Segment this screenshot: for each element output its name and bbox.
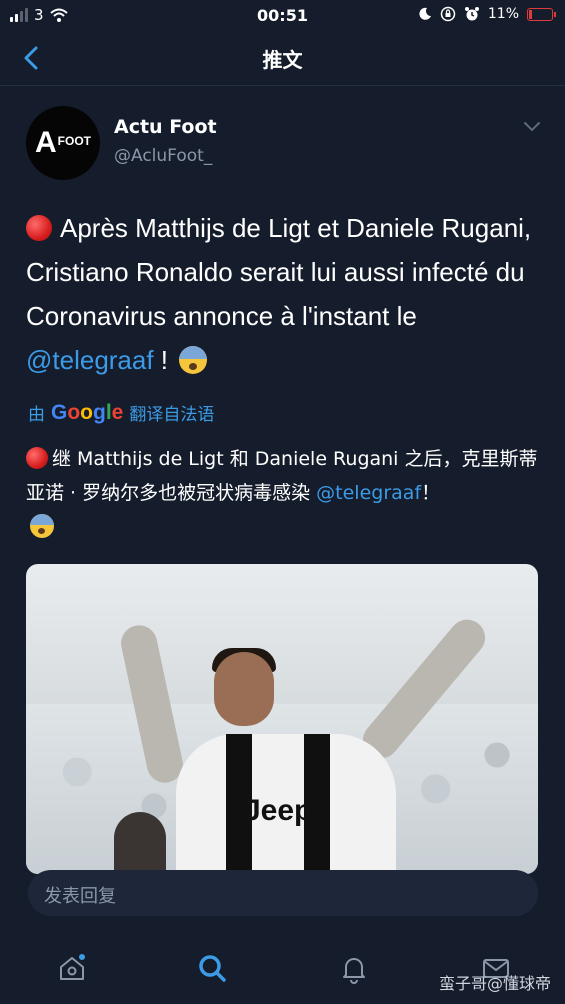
fearful-face-emoji-icon	[179, 346, 208, 374]
alarm-icon	[464, 7, 479, 21]
user-handle[interactable]: @AcluFoot_	[114, 146, 212, 166]
bell-icon[interactable]	[338, 952, 370, 984]
chevron-down-icon[interactable]	[522, 120, 542, 134]
tweet-photo[interactable]: Jeep	[26, 564, 538, 874]
status-bar: 3 00:51 11%	[0, 0, 565, 30]
photo-jersey-sponsor: Jeep	[244, 794, 313, 827]
translated-text-body: 继 Matthijs de Ligt 和 Daniele Rugani 之后，克…	[26, 448, 538, 504]
translated-by-google[interactable]: 由 Google 翻译自法语	[28, 400, 215, 426]
avatar[interactable]: A FOOT	[26, 106, 100, 180]
tweet-text-body: Après Matthijs de Ligt et Daniele Rugani…	[26, 213, 532, 331]
mention-link[interactable]: @telegraaf	[26, 345, 154, 375]
translated-text-end: ！	[421, 482, 441, 504]
avatar-logo-letter: A	[35, 126, 57, 159]
moon-icon	[419, 7, 431, 20]
avatar-logo-text: FOOT	[57, 134, 91, 148]
status-right: 11%	[418, 6, 556, 22]
translation-prefix: 由	[28, 405, 45, 425]
photo-head	[214, 652, 274, 726]
translated-mention-link[interactable]: @telegraaf	[316, 482, 421, 504]
red-circle-emoji-icon	[26, 215, 52, 241]
battery-icon	[527, 7, 556, 21]
tweet-text-end: !	[153, 345, 169, 375]
reply-placeholder: 发表回复	[44, 886, 116, 907]
search-icon[interactable]	[196, 952, 228, 984]
tab-bar: 蛮子哥@懂球帝	[0, 934, 565, 1004]
battery-percent: 11%	[487, 6, 519, 22]
reply-input[interactable]: 发表回复	[28, 870, 538, 916]
rotation-lock-icon	[440, 6, 456, 22]
photo-bystander	[114, 812, 166, 874]
page-title: 推文	[262, 48, 303, 72]
translated-text: 继 Matthijs de Ligt 和 Daniele Rugani 之后，克…	[26, 442, 541, 544]
watermark: 蛮子哥@懂球帝	[438, 974, 551, 993]
google-logo: Google	[51, 400, 124, 424]
fearful-face-emoji-icon	[30, 514, 54, 538]
nav-bar: 推文	[0, 30, 565, 86]
display-name[interactable]: Actu Foot	[114, 116, 217, 138]
home-icon[interactable]	[56, 952, 88, 984]
translation-suffix: 翻译自法语	[129, 405, 215, 425]
tweet-text: Après Matthijs de Ligt et Daniele Rugani…	[26, 206, 541, 382]
red-circle-emoji-icon	[26, 447, 48, 469]
